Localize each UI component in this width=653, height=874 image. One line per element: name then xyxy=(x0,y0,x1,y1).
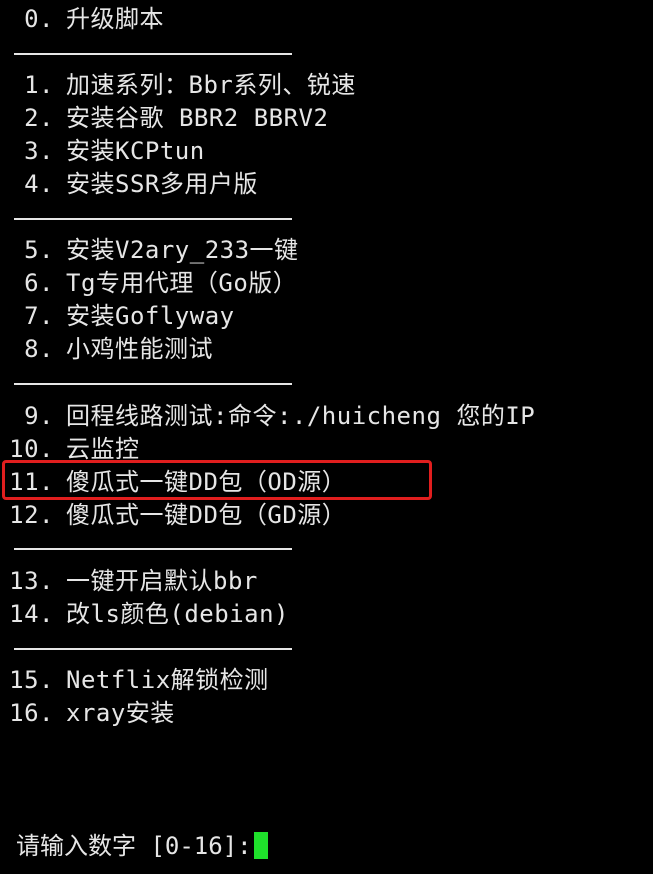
menu-item-number: 14. xyxy=(9,600,54,628)
menu-item-number: 5. xyxy=(24,236,54,264)
menu-item-label: 回程线路测试:命令:./huicheng 您的IP xyxy=(66,402,536,430)
menu-item-15: 15. Netflix解锁检测 xyxy=(0,664,269,697)
menu-item-number: 0. xyxy=(24,5,54,33)
menu-item-number: 15. xyxy=(9,666,54,694)
menu-item-label: Netflix解锁检测 xyxy=(66,666,269,694)
separator-line xyxy=(14,548,292,550)
menu-item-number: 4. xyxy=(24,170,54,198)
menu-item-number: 16. xyxy=(9,699,54,727)
menu-item-number: 12. xyxy=(9,501,54,529)
menu-item-label: 安装SSR多用户版 xyxy=(66,170,258,198)
menu-item-14: 14. 改ls颜色(debian) xyxy=(0,598,289,631)
menu-item-3: 3. 安装KCPtun xyxy=(0,135,205,168)
menu-item-label: 安装KCPtun xyxy=(66,137,205,165)
menu-item-8: 8. 小鸡性能测试 xyxy=(0,333,213,366)
menu-item-label: 升级脚本 xyxy=(66,5,164,33)
menu-item-label: xray安装 xyxy=(66,699,175,727)
menu-item-number: 1. xyxy=(24,71,54,99)
menu-item-label: 安装V2ary_233一键 xyxy=(66,236,299,264)
input-prompt[interactable]: 请输入数字 [0-16]: xyxy=(16,830,268,863)
menu-item-number: 13. xyxy=(9,567,54,595)
menu-item-4: 4. 安装SSR多用户版 xyxy=(0,168,258,201)
menu-item-12: 12. 傻瓜式一键DD包（GD源） xyxy=(0,499,346,532)
separator-line xyxy=(14,648,292,650)
menu-item-number: 6. xyxy=(24,269,54,297)
menu-item-number: 2. xyxy=(24,104,54,132)
menu-item-2: 2. 安装谷歌 BBR2 BBRV2 xyxy=(0,102,328,135)
menu-item-number: 8. xyxy=(24,335,54,363)
menu-item-label: 一键开启默认bbr xyxy=(66,567,258,595)
separator-line xyxy=(14,218,292,220)
menu-item-label: 安装Goflyway xyxy=(66,302,235,330)
terminal-window[interactable]: 0. 升级脚本 1. 加速系列：Bbr系列、锐速 2. 安装谷歌 BBR2 BBRV2… xyxy=(0,0,653,874)
menu-item-16: 16. xray安装 xyxy=(0,697,175,730)
menu-item-number: 7. xyxy=(24,302,54,330)
highlight-box xyxy=(2,460,432,500)
menu-item-label: 小鸡性能测试 xyxy=(66,335,213,363)
menu-item-label: 加速系列：Bbr系列、锐速 xyxy=(66,71,356,99)
separator-line xyxy=(14,383,292,385)
menu-item-number: 9. xyxy=(24,402,54,430)
menu-item-5: 5. 安装V2ary_233一键 xyxy=(0,234,299,267)
menu-item-1: 1. 加速系列：Bbr系列、锐速 xyxy=(0,69,356,102)
menu-item-0: 0. 升级脚本 xyxy=(0,3,164,36)
menu-item-9: 9. 回程线路测试:命令:./huicheng 您的IP xyxy=(0,400,535,433)
menu-item-number: 3. xyxy=(24,137,54,165)
menu-item-6: 6. Tg专用代理（Go版） xyxy=(0,267,297,300)
menu-item-label: 傻瓜式一键DD包（GD源） xyxy=(66,501,347,529)
menu-item-label: Tg专用代理（Go版） xyxy=(66,269,298,297)
menu-item-13: 13. 一键开启默认bbr xyxy=(0,565,258,598)
separator-line xyxy=(14,53,292,55)
menu-item-label: 改ls颜色(debian) xyxy=(66,600,289,628)
prompt-text: 请输入数字 [0-16]: xyxy=(16,832,252,860)
menu-item-label: 安装谷歌 BBR2 BBRV2 xyxy=(66,104,329,132)
cursor-block[interactable] xyxy=(253,832,268,859)
menu-item-7: 7. 安装Goflyway xyxy=(0,300,235,333)
